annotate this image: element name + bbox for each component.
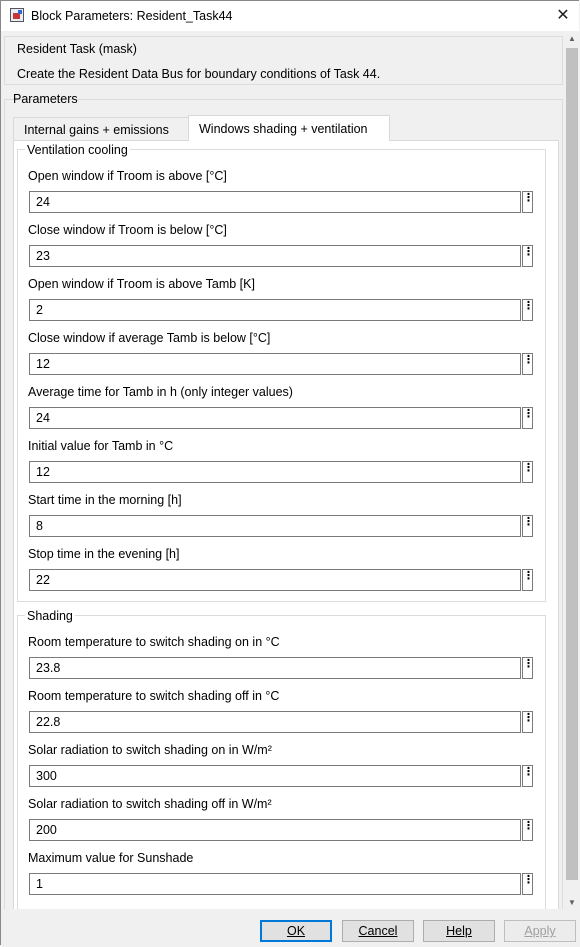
field-menu-button[interactable]: ⋮ <box>522 873 534 895</box>
shading-on-radiation-input[interactable]: 300 <box>29 765 521 787</box>
close-button[interactable]: ✕ <box>549 4 577 28</box>
simulink-block-icon <box>10 8 24 22</box>
ok-button[interactable]: OK <box>260 920 332 942</box>
start-time-morning-input[interactable]: 8 <box>29 515 521 537</box>
field-label: Close window if average Tamb is below [°… <box>28 331 271 345</box>
max-sunshade-input[interactable]: 1 <box>29 873 521 895</box>
field-label: Stop time in the evening [h] <box>28 547 180 561</box>
apply-button[interactable]: Apply <box>504 920 576 942</box>
field-label: Open window if Troom is above Tamb [K] <box>28 277 255 291</box>
field-menu-button[interactable]: ⋮ <box>522 245 534 267</box>
mask-description-group: Resident Task (mask) Create the Resident… <box>4 36 563 85</box>
mask-title: Resident Task (mask) <box>17 42 137 56</box>
initial-tamb-input[interactable]: 12 <box>29 461 521 483</box>
mask-description: Create the Resident Data Bus for boundar… <box>17 67 381 81</box>
shading-off-radiation-input[interactable]: 200 <box>29 819 521 841</box>
shading-on-temp-input[interactable]: 23.8 <box>29 657 521 679</box>
field-label: Average time for Tamb in h (only integer… <box>28 385 293 399</box>
help-button[interactable]: Help <box>423 920 495 942</box>
field-label: Room temperature to switch shading on in… <box>28 635 280 649</box>
field-label: Start time in the morning [h] <box>28 493 182 507</box>
ventilation-section-title: Ventilation cooling <box>25 143 130 157</box>
shading-off-temp-input[interactable]: 22.8 <box>29 711 521 733</box>
window-title: Block Parameters: Resident_Task44 <box>31 9 233 23</box>
field-label: Maximum value for Sunshade <box>28 851 194 865</box>
field-menu-button[interactable]: ⋮ <box>522 461 534 483</box>
dialog-content: Resident Task (mask) Create the Resident… <box>1 31 564 909</box>
field-menu-button[interactable]: ⋮ <box>522 299 534 321</box>
average-time-tamb-input[interactable]: 24 <box>29 407 521 429</box>
field-menu-button[interactable]: ⋮ <box>522 353 534 375</box>
field-menu-button[interactable]: ⋮ <box>522 711 534 733</box>
field-label: Close window if Troom is below [°C] <box>28 223 227 237</box>
open-window-above-tamb-input[interactable]: 2 <box>29 299 521 321</box>
button-bar: OK Cancel Help Apply <box>1 909 580 947</box>
title-bar: Block Parameters: Resident_Task44 ✕ <box>1 1 579 31</box>
field-label: Room temperature to switch shading off i… <box>28 689 280 703</box>
field-menu-button[interactable]: ⋮ <box>522 819 534 841</box>
parameters-label: Parameters <box>13 92 78 106</box>
block-parameters-dialog: Block Parameters: Resident_Task44 ✕ Resi… <box>0 0 580 947</box>
field-label: Solar radiation to switch shading off in… <box>28 797 272 811</box>
scroll-thumb[interactable] <box>566 48 578 880</box>
scroll-up-arrow-icon[interactable]: ▲ <box>564 31 580 47</box>
field-menu-button[interactable]: ⋮ <box>522 657 534 679</box>
field-menu-button[interactable]: ⋮ <box>522 765 534 787</box>
field-menu-button[interactable]: ⋮ <box>522 569 534 591</box>
field-menu-button[interactable]: ⋮ <box>522 191 534 213</box>
cancel-button[interactable]: Cancel <box>342 920 414 942</box>
open-window-troom-above-input[interactable]: 24 <box>29 191 521 213</box>
tab-windows-shading[interactable]: Windows shading + ventilation <box>188 115 390 141</box>
field-menu-button[interactable]: ⋮ <box>522 407 534 429</box>
tab-internal-gains[interactable]: Internal gains + emissions <box>13 117 189 141</box>
field-label: Solar radiation to switch shading on in … <box>28 743 272 757</box>
vertical-scrollbar[interactable]: ▲ ▼ <box>564 31 580 911</box>
field-label: Initial value for Tamb in °C <box>28 439 174 453</box>
field-label: Open window if Troom is above [°C] <box>28 169 227 183</box>
field-menu-button[interactable]: ⋮ <box>522 515 534 537</box>
close-window-troom-below-input[interactable]: 23 <box>29 245 521 267</box>
shading-section-title: Shading <box>25 609 75 623</box>
close-window-avg-tamb-input[interactable]: 12 <box>29 353 521 375</box>
stop-time-evening-input[interactable]: 22 <box>29 569 521 591</box>
